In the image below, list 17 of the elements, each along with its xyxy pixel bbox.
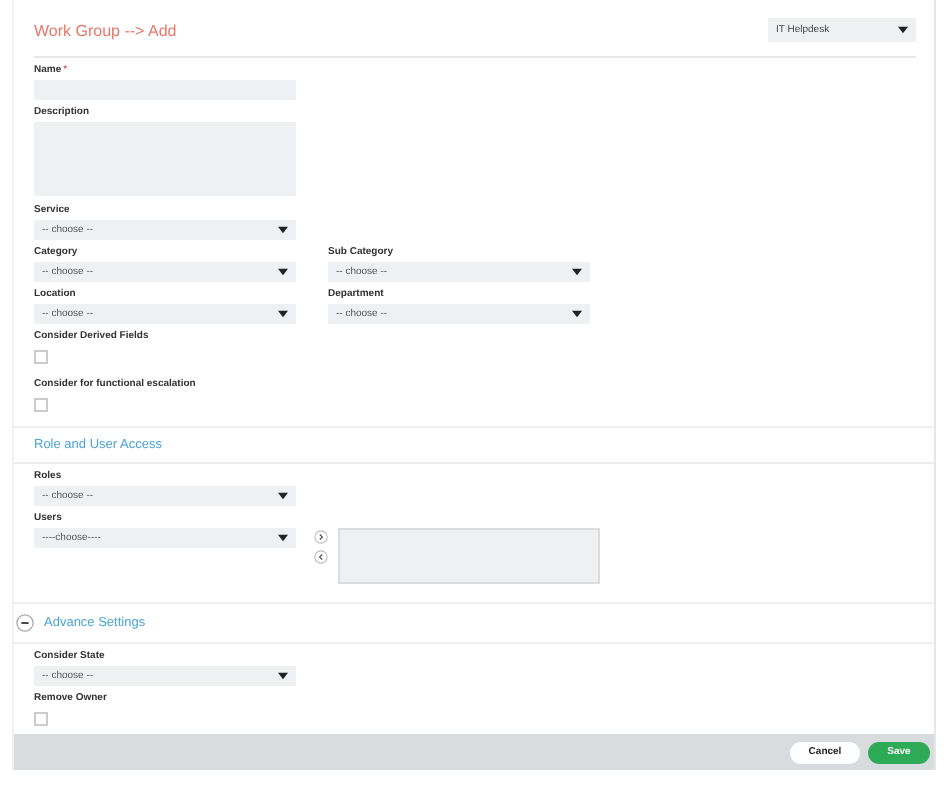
- caret-icon: [278, 226, 288, 234]
- checkbox[interactable]: [34, 398, 48, 412]
- caret-icon: [278, 310, 288, 318]
- checkbox[interactable]: [34, 712, 48, 726]
- caret-icon: [572, 310, 582, 318]
- page-title: Work Group --> Add: [34, 21, 177, 39]
- collapse-icon[interactable]: [16, 614, 34, 632]
- caret-icon: [572, 268, 582, 276]
- checkbox[interactable]: [34, 350, 48, 364]
- caret-icon: [898, 26, 908, 34]
- move-left-icon[interactable]: [314, 550, 328, 564]
- move-right-icon[interactable]: [314, 530, 328, 544]
- caret-icon: [278, 268, 288, 276]
- selected-users-list[interactable]: [338, 528, 600, 584]
- caret-icon: [278, 492, 288, 500]
- caret-icon: [278, 672, 288, 680]
- caret-icon: [278, 534, 288, 542]
